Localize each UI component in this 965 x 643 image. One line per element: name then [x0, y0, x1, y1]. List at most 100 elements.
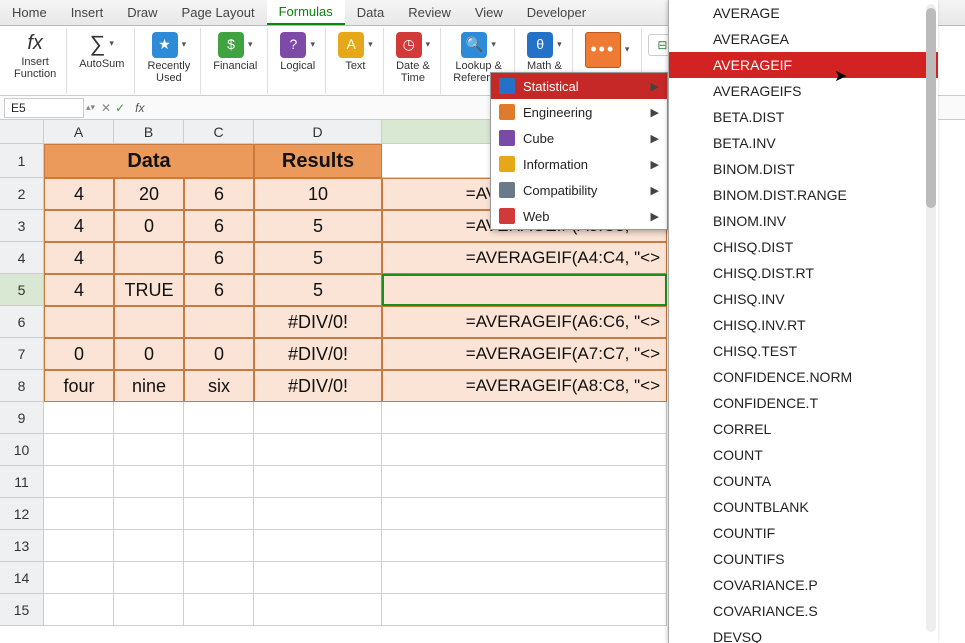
- recently-used-button[interactable]: ★▾ Recently Used: [143, 30, 194, 86]
- cell[interactable]: [184, 402, 254, 434]
- cell[interactable]: =AVERAGEIF(A8:C8, "<>: [382, 370, 667, 402]
- cell[interactable]: [44, 594, 114, 626]
- row-header-14[interactable]: 14: [0, 562, 44, 594]
- cell[interactable]: [382, 562, 667, 594]
- cell[interactable]: [382, 498, 667, 530]
- cell[interactable]: 20: [114, 178, 184, 210]
- name-box[interactable]: [4, 98, 84, 118]
- row-header-4[interactable]: 4: [0, 242, 44, 274]
- row-header-9[interactable]: 9: [0, 402, 44, 434]
- category-item-web[interactable]: Web▶: [491, 203, 667, 229]
- function-item[interactable]: COVARIANCE.S: [669, 598, 938, 624]
- cell[interactable]: [114, 530, 184, 562]
- category-item-engineering[interactable]: Engineering▶: [491, 99, 667, 125]
- datetime-button[interactable]: ◷▾ Date & Time: [392, 30, 435, 86]
- cell[interactable]: [254, 530, 382, 562]
- cell[interactable]: [114, 562, 184, 594]
- cell[interactable]: [382, 594, 667, 626]
- cell[interactable]: [44, 434, 114, 466]
- cell[interactable]: [254, 498, 382, 530]
- cell[interactable]: [254, 466, 382, 498]
- active-cell[interactable]: [382, 274, 667, 306]
- col-header-b[interactable]: B: [114, 120, 184, 144]
- row-header-13[interactable]: 13: [0, 530, 44, 562]
- row-header-15[interactable]: 15: [0, 594, 44, 626]
- cell[interactable]: [184, 306, 254, 338]
- row-header-5[interactable]: 5: [0, 274, 44, 306]
- cell[interactable]: =AVERAGEIF(A6:C6, "<>: [382, 306, 667, 338]
- row-header-7[interactable]: 7: [0, 338, 44, 370]
- category-item-statistical[interactable]: Statistical▶: [491, 73, 667, 99]
- cell[interactable]: six: [184, 370, 254, 402]
- scrollbar[interactable]: [926, 4, 936, 632]
- cell[interactable]: [114, 498, 184, 530]
- cell[interactable]: nine: [114, 370, 184, 402]
- cell[interactable]: [114, 242, 184, 274]
- function-item[interactable]: AVERAGEIFS: [669, 78, 938, 104]
- cell[interactable]: 4: [44, 210, 114, 242]
- cancel-icon[interactable]: ✕: [101, 101, 111, 115]
- tab-view[interactable]: View: [463, 0, 515, 25]
- cell[interactable]: #DIV/0!: [254, 306, 382, 338]
- cell[interactable]: [382, 530, 667, 562]
- cell[interactable]: [254, 402, 382, 434]
- insert-function-button[interactable]: fx Insert Function: [10, 30, 60, 82]
- tab-review[interactable]: Review: [396, 0, 463, 25]
- cell[interactable]: 4: [44, 242, 114, 274]
- cell[interactable]: 0: [114, 210, 184, 242]
- cell[interactable]: [44, 144, 114, 178]
- row-header-11[interactable]: 11: [0, 466, 44, 498]
- text-button[interactable]: A▾ Text: [334, 30, 377, 74]
- function-item[interactable]: COUNTA: [669, 468, 938, 494]
- cell[interactable]: 5: [254, 274, 382, 306]
- tab-data[interactable]: Data: [345, 0, 396, 25]
- cell[interactable]: [114, 466, 184, 498]
- function-item[interactable]: CHISQ.DIST.RT: [669, 260, 938, 286]
- cell[interactable]: 0: [44, 338, 114, 370]
- function-item[interactable]: AVERAGEA: [669, 26, 938, 52]
- cell[interactable]: [184, 562, 254, 594]
- cell[interactable]: [184, 144, 254, 178]
- cell[interactable]: [44, 306, 114, 338]
- function-item[interactable]: AVERAGEIF: [669, 52, 938, 78]
- cell[interactable]: [114, 434, 184, 466]
- cell[interactable]: [184, 498, 254, 530]
- tab-formulas[interactable]: Formulas: [267, 0, 345, 25]
- cell[interactable]: [44, 530, 114, 562]
- cell[interactable]: =AVERAGEIF(A4:C4, "<>: [382, 242, 667, 274]
- cell[interactable]: [254, 562, 382, 594]
- function-item[interactable]: COUNTIFS: [669, 546, 938, 572]
- fx-icon[interactable]: fx: [135, 101, 144, 115]
- cell[interactable]: [254, 594, 382, 626]
- cell[interactable]: Results: [254, 144, 382, 178]
- function-item[interactable]: BETA.INV: [669, 130, 938, 156]
- function-item[interactable]: COUNTIF: [669, 520, 938, 546]
- tab-home[interactable]: Home: [0, 0, 59, 25]
- function-item[interactable]: CONFIDENCE.T: [669, 390, 938, 416]
- function-item[interactable]: CHISQ.TEST: [669, 338, 938, 364]
- cell[interactable]: [382, 434, 667, 466]
- select-all-corner[interactable]: [0, 120, 44, 144]
- row-header-12[interactable]: 12: [0, 498, 44, 530]
- cell[interactable]: Data: [114, 144, 184, 178]
- cell[interactable]: 6: [184, 242, 254, 274]
- row-header-2[interactable]: 2: [0, 178, 44, 210]
- cell[interactable]: [44, 498, 114, 530]
- cell[interactable]: [184, 594, 254, 626]
- cell[interactable]: 4: [44, 274, 114, 306]
- cell[interactable]: four: [44, 370, 114, 402]
- cell[interactable]: 0: [184, 338, 254, 370]
- row-header-8[interactable]: 8: [0, 370, 44, 402]
- col-header-a[interactable]: A: [44, 120, 114, 144]
- function-item[interactable]: COVARIANCE.P: [669, 572, 938, 598]
- function-item[interactable]: BINOM.DIST: [669, 156, 938, 182]
- more-functions-button[interactable]: •••▾: [581, 30, 634, 70]
- col-header-d[interactable]: D: [254, 120, 382, 144]
- function-item[interactable]: CONFIDENCE.NORM: [669, 364, 938, 390]
- row-header-6[interactable]: 6: [0, 306, 44, 338]
- category-item-cube[interactable]: Cube▶: [491, 125, 667, 151]
- cell[interactable]: [184, 466, 254, 498]
- cell[interactable]: [254, 434, 382, 466]
- function-item[interactable]: BINOM.INV: [669, 208, 938, 234]
- enter-icon[interactable]: ✓: [115, 101, 125, 115]
